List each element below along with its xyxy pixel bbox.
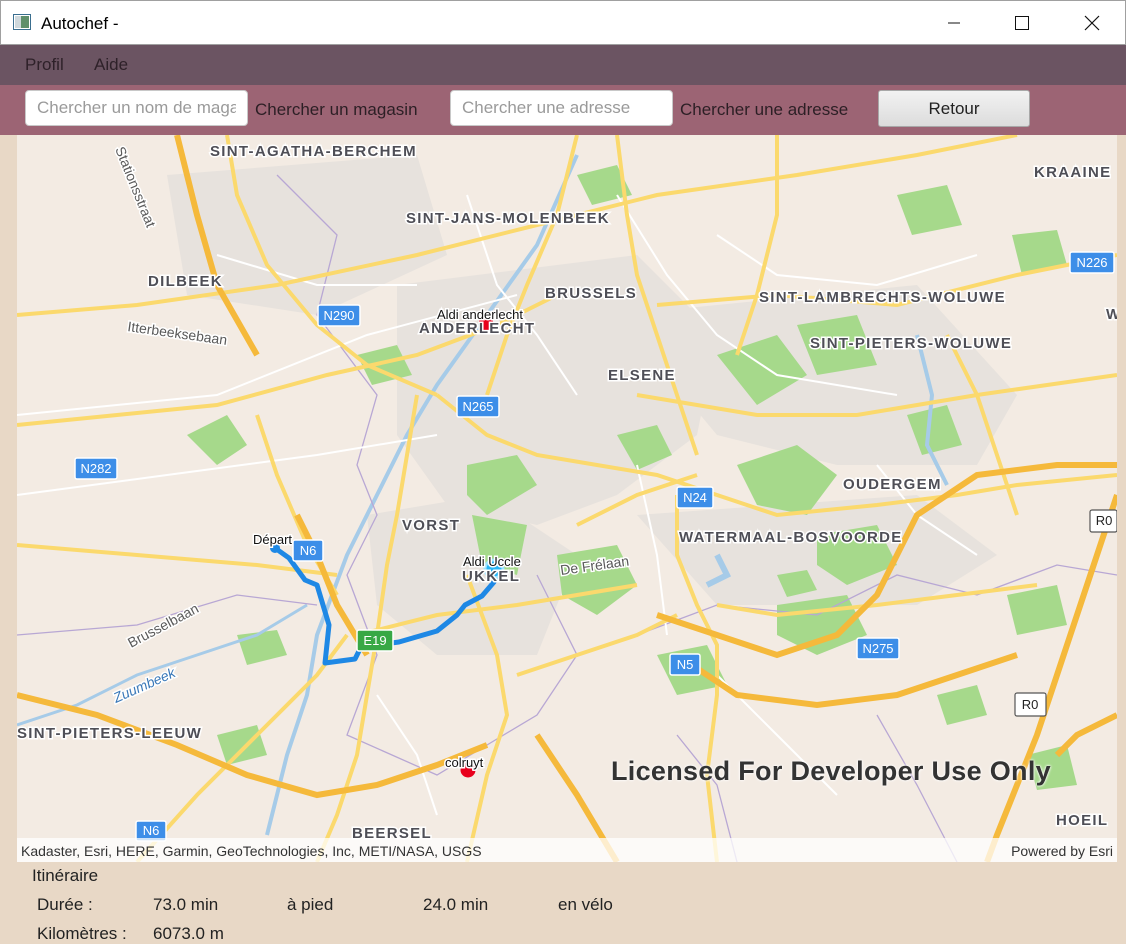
shield-n290: N290 <box>317 304 361 327</box>
label-aldi-anderlecht: Aldi anderlecht <box>437 307 523 322</box>
itinerary-heading: Itinéraire <box>32 866 99 885</box>
svg-text:E19: E19 <box>363 633 386 648</box>
distance-value: 6073.0 m <box>153 924 224 943</box>
svg-text:N290: N290 <box>323 308 354 323</box>
svg-text:R0: R0 <box>1096 513 1113 528</box>
developer-watermark: Licensed For Developer Use Only <box>611 756 1051 786</box>
place-anderlecht: ANDERLECHT <box>419 320 535 337</box>
label-aldi-uccle: Aldi Uccle <box>463 554 521 569</box>
menu-aide[interactable]: Aide <box>94 55 128 75</box>
itinerary-panel: Itinéraire Durée : 73.0 min à pied 24.0 … <box>0 862 1126 943</box>
back-button[interactable]: Retour <box>878 90 1030 127</box>
place-sint-pieters-woluwe: SINT-PIETERS-WOLUWE <box>810 335 1012 352</box>
shop-search-label: Chercher un magasin <box>255 100 418 119</box>
place-ukkel: UKKEL <box>462 568 520 585</box>
street-stationsstraat: Stationsstraat <box>112 144 159 229</box>
shop-search-input[interactable] <box>25 90 248 126</box>
maximize-icon <box>1015 16 1029 30</box>
title-bar: Autochef - <box>0 0 1126 45</box>
place-kraainem: KRAAINE <box>1034 164 1111 181</box>
place-oudergem: OUDERGEM <box>843 476 942 493</box>
label-depart: Départ <box>253 532 292 547</box>
svg-text:N275: N275 <box>862 641 893 656</box>
street-itterbeeksebaan: Itterbeeksebaan <box>127 318 229 348</box>
close-icon <box>1084 15 1100 31</box>
street-de-frelaan: De Frélaan <box>559 552 630 577</box>
shield-n5: N5 <box>669 653 701 676</box>
shield-r0-east: R0 <box>1089 509 1117 533</box>
maximize-button[interactable] <box>999 1 1045 45</box>
place-w-edge: W <box>1106 306 1117 323</box>
svg-text:N6: N6 <box>143 823 160 838</box>
menu-bar: Profil Aide <box>0 45 1126 85</box>
bike-mode-label: en vélo <box>558 895 613 914</box>
shield-n24: N24 <box>676 486 714 509</box>
place-sint-jans-molenbeek: SINT-JANS-MOLENBEEK <box>406 210 610 227</box>
svg-text:N5: N5 <box>677 657 694 672</box>
map-view[interactable]: SINT-AGATHA-BERCHEM SINT-JANS-MOLENBEEK … <box>17 135 1117 862</box>
place-sint-pieters-leeuw: SINT-PIETERS-LEEUW <box>17 725 202 742</box>
address-search-input[interactable] <box>450 90 673 126</box>
place-brussels: BRUSSELS <box>545 285 637 302</box>
place-sint-lambrechts-woluwe: SINT-LAMBRECHTS-WOLUWE <box>759 289 1006 306</box>
street-brusselbaan: Brusselbaan <box>125 600 201 651</box>
minimize-button[interactable] <box>931 1 977 45</box>
menu-profil[interactable]: Profil <box>25 55 64 75</box>
search-toolbar: Chercher un magasin Chercher une adresse… <box>0 85 1126 135</box>
address-search-label: Chercher une adresse <box>680 100 849 119</box>
svg-text:N265: N265 <box>462 399 493 414</box>
window-title: Autochef - <box>41 14 119 33</box>
distance-label: Kilomètres : <box>37 924 127 943</box>
place-hoeilaart: HOEIL <box>1056 812 1108 829</box>
shield-n226: N226 <box>1069 251 1115 274</box>
shield-r0-south: R0 <box>1014 692 1047 717</box>
shield-n275: N275 <box>856 637 900 660</box>
shield-n282: N282 <box>74 457 118 480</box>
map-attribution-bar: Kadaster, Esri, HERE, Garmin, GeoTechnol… <box>17 838 1117 862</box>
close-button[interactable] <box>1069 1 1115 45</box>
place-sint-agatha-berchem: SINT-AGATHA-BERCHEM <box>210 143 417 160</box>
place-dilbeek: DILBEEK <box>148 273 223 290</box>
place-watermaal-bosvoorde: WATERMAAL-BOSVOORDE <box>679 529 903 546</box>
label-layer: SINT-AGATHA-BERCHEM SINT-JANS-MOLENBEEK … <box>17 142 1117 844</box>
shield-n6: N6 <box>292 539 324 562</box>
powered-by-esri[interactable]: Powered by Esri <box>1011 843 1113 859</box>
shield-n265: N265 <box>456 395 500 418</box>
minimize-icon <box>948 22 960 24</box>
place-elsene: ELSENE <box>608 367 676 384</box>
svg-text:N6: N6 <box>300 543 317 558</box>
svg-text:N226: N226 <box>1076 255 1107 270</box>
svg-text:R0: R0 <box>1022 697 1039 712</box>
walk-mode-label: à pied <box>287 895 334 914</box>
svg-text:N282: N282 <box>80 461 111 476</box>
place-vorst: VORST <box>402 517 460 534</box>
walk-time-value: 73.0 min <box>153 895 219 914</box>
street-zuumbeek: Zuumbeek <box>110 664 179 706</box>
shield-e19: E19 <box>356 629 394 652</box>
svg-text:N24: N24 <box>683 490 707 505</box>
bike-time-value: 24.0 min <box>423 895 489 914</box>
duration-label: Durée : <box>37 895 93 914</box>
map-attribution: Kadaster, Esri, HERE, Garmin, GeoTechnol… <box>21 843 482 859</box>
label-colruyt: colruyt <box>445 755 484 770</box>
app-icon <box>13 14 31 30</box>
